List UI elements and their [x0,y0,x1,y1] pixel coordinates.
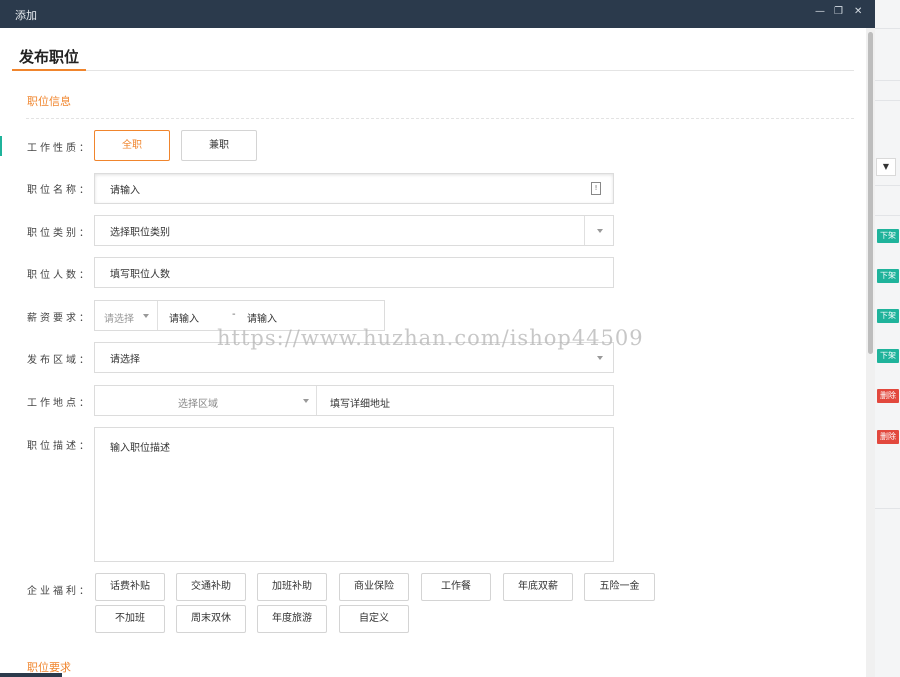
salary-group: 请选择 请输入 - 请输入 [94,300,385,331]
job-type-parttime-button[interactable]: 兼职 [181,130,257,161]
bg-divider [872,80,900,81]
restore-icon[interactable]: ❐ [834,6,843,17]
title-underline [12,69,86,71]
section-job-info: 职位信息 [27,95,71,108]
job-name-input[interactable]: 请输入 ! [94,173,614,204]
bg-divider [872,508,900,509]
region-select[interactable]: 选择区域 [178,395,218,410]
active-row-marker [0,136,2,156]
input-info-icon: ! [591,182,601,195]
bg-divider [872,100,900,101]
publish-area-select[interactable]: 请选择 [94,342,614,373]
bg-dropdown-arrow-icon[interactable]: ▼ [876,158,896,176]
page-title: 发布职位 [19,48,80,66]
bg-delete-badge[interactable]: 删除 [877,389,899,403]
bg-offline-badge[interactable]: 下架 [877,349,899,363]
benefit-custom-tag[interactable]: 自定义 [339,605,409,633]
title-divider [12,70,854,71]
scrollbar-thumb[interactable] [868,32,873,354]
salary-min-input[interactable]: 请输入 [169,310,199,325]
salary-divider [157,301,158,330]
benefits-label: 企业福利： [27,586,92,597]
bg-offline-badge[interactable]: 下架 [877,269,899,283]
minimize-icon[interactable]: — [815,6,825,17]
benefit-tag[interactable]: 不加班 [95,605,165,633]
add-job-modal: 添加 — ❐ ✕ 发布职位 职位信息 工作性质： 全职 兼职 职位名称： 请输入… [0,0,875,677]
benefit-tag[interactable]: 工作餐 [421,573,491,601]
description-textarea[interactable]: 输入职位描述 [94,427,614,562]
salary-range-separator: - [232,309,236,320]
job-type-label: 工作性质： [27,143,92,154]
benefit-tag[interactable]: 周末双休 [176,605,246,633]
headcount-input[interactable]: 填写职位人数 [94,257,614,288]
benefit-tag[interactable]: 五险一金 [584,573,655,601]
chevron-down-icon [143,314,149,318]
benefit-tag[interactable]: 年度旅游 [257,605,327,633]
modal-scrollbar[interactable] [866,28,875,677]
benefit-tag[interactable]: 话费补贴 [95,573,165,601]
chevron-down-icon [597,229,603,233]
work-location-label: 工作地点： [27,398,92,409]
location-divider [316,386,317,415]
job-category-label: 职位类别： [27,228,92,239]
job-type-fulltime-button[interactable]: 全职 [94,130,170,161]
chevron-down-icon [303,399,309,403]
salary-max-input[interactable]: 请输入 [247,310,277,325]
bg-offline-badge[interactable]: 下架 [877,309,899,323]
bg-delete-badge[interactable]: 删除 [877,430,899,444]
description-label: 职位描述： [27,441,92,452]
job-category-select[interactable]: 选择职位类别 [94,215,614,246]
job-category-value: 选择职位类别 [110,227,170,238]
salary-unit-select[interactable]: 请选择 [104,310,134,325]
background-app-panel: ▼ [872,0,900,677]
job-name-placeholder: 请输入 [110,185,140,196]
modal-titlebar: 添加 — ❐ ✕ [0,0,875,28]
bg-divider [872,215,900,216]
job-name-label: 职位名称： [27,185,92,196]
select-divider [584,216,585,245]
work-location-group: 选择区域 填写详细地址 [94,385,614,416]
bg-divider [872,28,900,29]
bg-offline-badge[interactable]: 下架 [877,229,899,243]
benefit-tag[interactable]: 加班补助 [257,573,327,601]
benefit-tag[interactable]: 年底双薪 [503,573,573,601]
taskbar-sliver [0,673,62,677]
close-icon[interactable]: ✕ [854,6,862,17]
chevron-down-icon [597,356,603,360]
section-divider [26,118,854,119]
modal-title: 添加 [15,9,37,22]
publish-area-label: 发布区域： [27,355,92,366]
benefit-tag[interactable]: 交通补助 [176,573,246,601]
headcount-label: 职位人数： [27,270,92,281]
description-placeholder: 输入职位描述 [110,443,170,454]
benefit-tag[interactable]: 商业保险 [339,573,409,601]
publish-area-value: 请选择 [110,354,140,365]
salary-label: 薪资要求： [27,313,92,324]
bg-divider [872,185,900,186]
address-input[interactable]: 填写详细地址 [330,395,390,410]
headcount-placeholder: 填写职位人数 [110,269,170,280]
